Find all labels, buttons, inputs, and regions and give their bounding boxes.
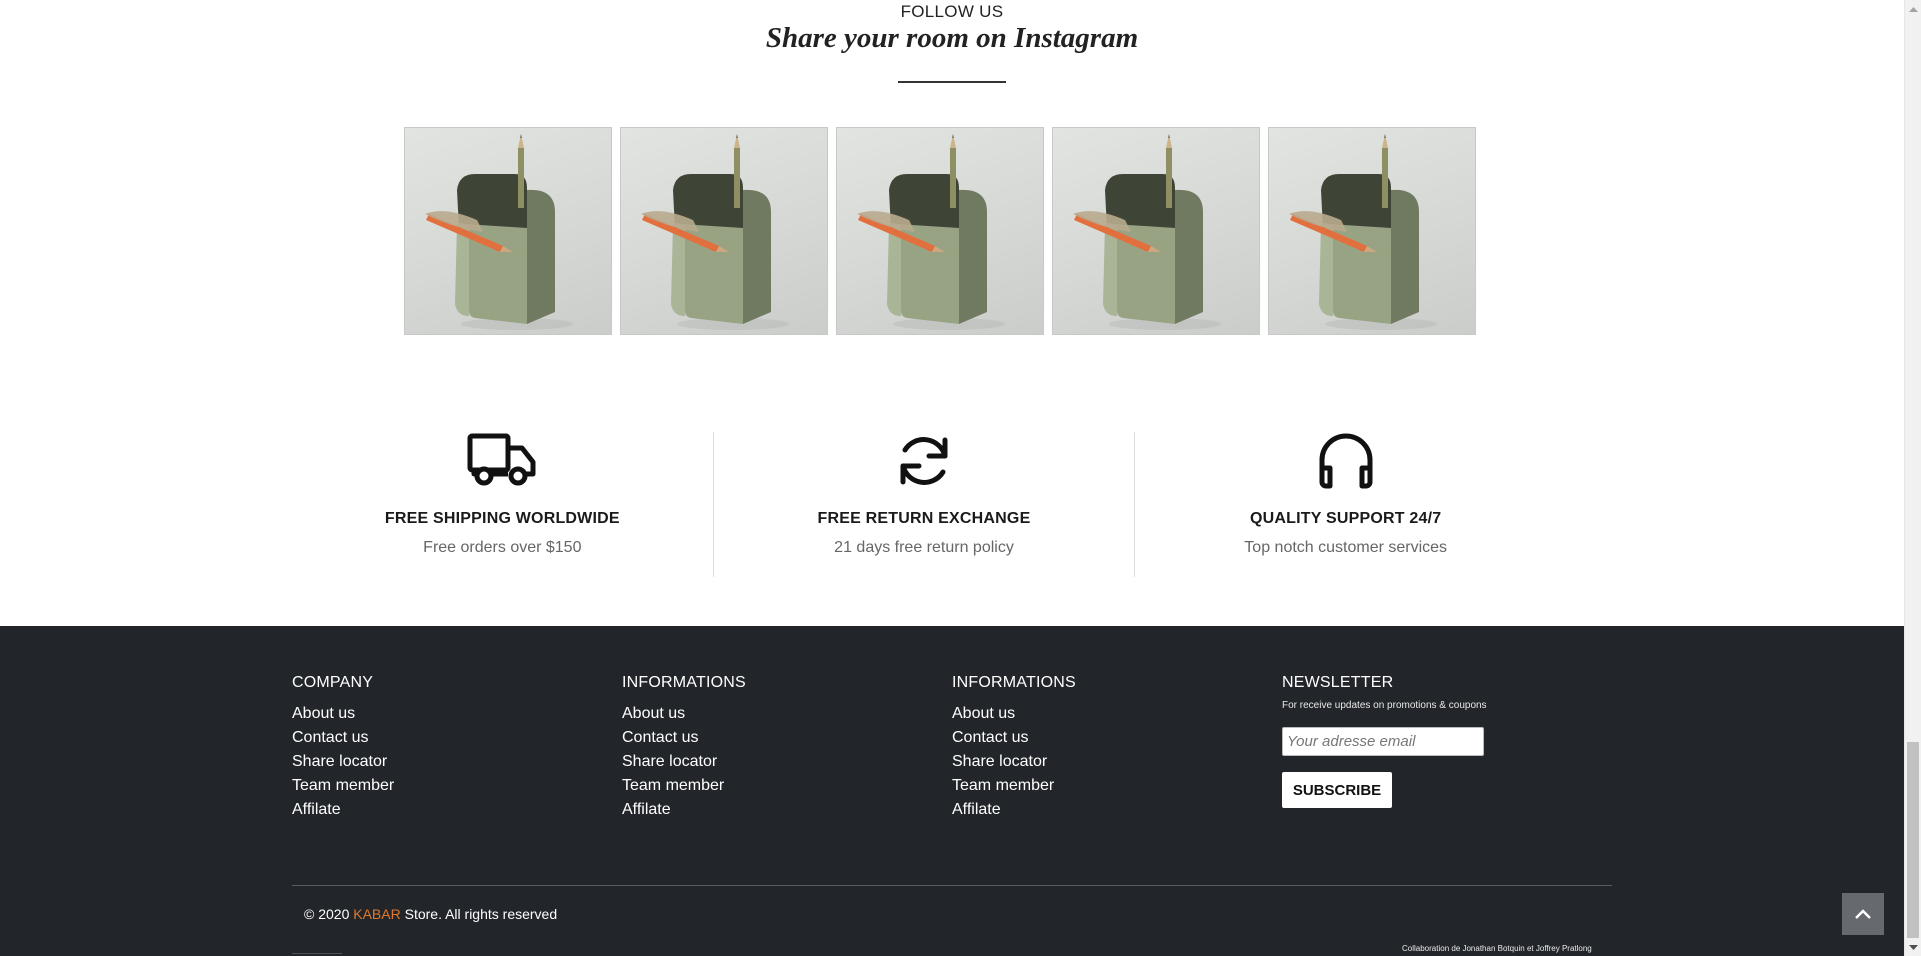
chevron-up-icon (1855, 909, 1871, 919)
feature-shipping: FREE SHIPPING WORLDWIDE Free orders over… (292, 432, 713, 577)
instagram-photo-4[interactable] (1052, 127, 1260, 335)
brand-name[interactable]: KABAR (353, 906, 400, 922)
feature-text: Free orders over $150 (423, 539, 582, 556)
feature-title: QUALITY SUPPORT 24/7 (1250, 510, 1442, 527)
footer-link-contact[interactable]: Contact us (622, 726, 746, 750)
page-scrollbar[interactable] (1904, 0, 1921, 956)
footer-link-team[interactable]: Team member (292, 774, 394, 798)
headphones-icon (1135, 432, 1556, 490)
subscribe-button[interactable]: SUBSCRIBE (1282, 772, 1392, 808)
title-divider (898, 81, 1006, 83)
footer-column-heading: COMPANY (292, 674, 374, 691)
footer-divider (292, 885, 1612, 886)
instagram-photo-2[interactable] (620, 127, 828, 335)
footer-link-team[interactable]: Team member (952, 774, 1076, 798)
instagram-photo-1[interactable] (404, 127, 612, 335)
footer-link-share-locator[interactable]: Share locator (622, 750, 746, 774)
scroll-up-arrow-icon[interactable] (1905, 0, 1921, 17)
footer-link-affiliate[interactable]: Affilate (952, 798, 1076, 822)
features-section: FREE SHIPPING WORLDWIDE Free orders over… (292, 432, 1556, 577)
footer-link-team[interactable]: Team member (622, 774, 746, 798)
feature-support: QUALITY SUPPORT 24/7 Top notch customer … (1134, 432, 1556, 577)
footer-newsletter: NEWSLETTER For receive updates on promot… (1282, 674, 1487, 808)
truck-icon (292, 432, 713, 490)
footer-link-about[interactable]: About us (622, 702, 746, 726)
refresh-icon (714, 432, 1135, 490)
footer-column-heading: INFORMATIONS (952, 674, 1076, 691)
instagram-photo-5[interactable] (1268, 127, 1476, 335)
feature-text: 21 days free return policy (834, 539, 1014, 556)
feature-text: Top notch customer services (1244, 539, 1448, 556)
instagram-title: Share your room on Instagram (765, 22, 1139, 54)
newsletter-heading: NEWSLETTER (1282, 674, 1394, 691)
scrollbar-thumb[interactable] (1907, 742, 1919, 938)
instagram-photo-3[interactable] (836, 127, 1044, 335)
newsletter-note: For receive updates on promotions & coup… (1282, 700, 1487, 711)
footer-link-about[interactable]: About us (952, 702, 1076, 726)
footer-column-informations: INFORMATIONS About us Contact us Share l… (622, 674, 746, 822)
site-footer: COMPANY About us Contact us Share locato… (0, 626, 1904, 956)
copyright-text: © 2020 KABAR Store. All rights reserved (304, 906, 557, 922)
footer-column-heading: INFORMATIONS (622, 674, 746, 691)
copyright-prefix: © 2020 (304, 906, 350, 922)
footer-column-informations-2: INFORMATIONS About us Contact us Share l… (952, 674, 1076, 822)
footer-link-contact[interactable]: Contact us (292, 726, 394, 750)
feature-title: FREE RETURN EXCHANGE (817, 510, 1031, 527)
footer-link-contact[interactable]: Contact us (952, 726, 1076, 750)
feature-returns: FREE RETURN EXCHANGE 21 days free return… (712, 432, 1135, 577)
instagram-gallery (404, 127, 1476, 335)
footer-link-affiliate[interactable]: Affilate (292, 798, 394, 822)
scroll-down-arrow-icon[interactable] (1905, 939, 1921, 956)
footer-link-affiliate[interactable]: Affilate (622, 798, 746, 822)
newsletter-email-input[interactable] (1282, 727, 1484, 756)
credit-text: Collaboration de Jonathan Botquin et Jof… (1402, 944, 1592, 953)
follow-us-label: FOLLOW US (900, 2, 1004, 21)
copyright-suffix: Store. All rights reserved (404, 906, 558, 922)
footer-link-share-locator[interactable]: Share locator (292, 750, 394, 774)
footer-column-company: COMPANY About us Contact us Share locato… (292, 674, 394, 822)
footer-link-about[interactable]: About us (292, 702, 394, 726)
footer-link-share-locator[interactable]: Share locator (952, 750, 1076, 774)
back-to-top-button[interactable] (1842, 893, 1884, 935)
feature-title: FREE SHIPPING WORLDWIDE (384, 510, 620, 527)
